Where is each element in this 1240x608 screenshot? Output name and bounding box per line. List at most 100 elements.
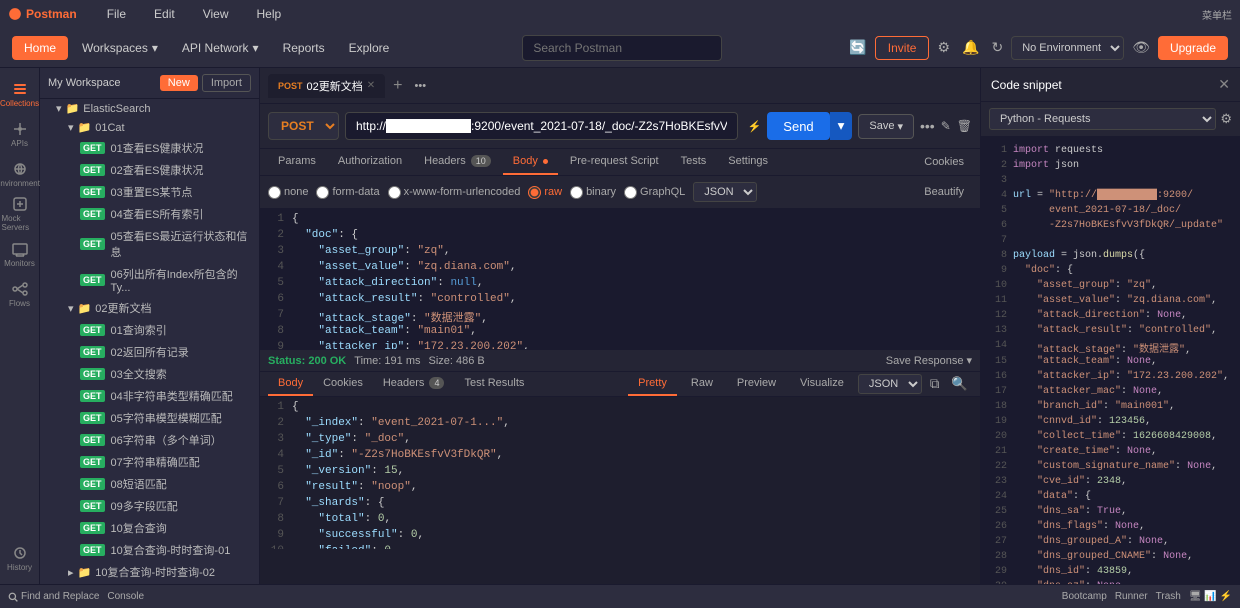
- search-input[interactable]: [522, 35, 722, 61]
- sidebar-apis[interactable]: APIs: [2, 116, 38, 152]
- authorization-tab[interactable]: Authorization: [328, 149, 412, 175]
- tree-get-6[interactable]: GET 06列出所有Index所包含的Ty...: [40, 263, 259, 297]
- request-body-editor[interactable]: 1{ 2 "doc": { 3 "asset_group": "zq", 4 "…: [260, 209, 980, 349]
- tree-folder-01cat[interactable]: ▾ 📁 01Cat: [40, 118, 259, 137]
- body-type-none[interactable]: none: [268, 186, 308, 199]
- headers-tab[interactable]: Headers 10: [414, 149, 501, 175]
- eye-icon[interactable]: 👁: [1128, 35, 1154, 60]
- tree-get-4[interactable]: GET 04查看ES所有索引: [40, 203, 259, 225]
- trash-link[interactable]: Trash: [1156, 591, 1181, 602]
- environment-select[interactable]: No Environment: [1011, 36, 1124, 60]
- body-type-urlencoded[interactable]: x-www-form-urlencoded: [388, 186, 521, 199]
- reports-link[interactable]: Reports: [273, 35, 335, 61]
- tree-get-8[interactable]: GET 02返回所有记录: [40, 341, 259, 363]
- pre-request-script-tab[interactable]: Pre-request Script: [560, 149, 669, 175]
- tree-get-9[interactable]: GET 03全文搜索: [40, 363, 259, 385]
- settings-icon[interactable]: ⚙: [933, 35, 954, 60]
- send-dropdown-button[interactable]: ▾: [830, 112, 853, 140]
- format-select[interactable]: JSON: [693, 182, 757, 202]
- body-type-formdata[interactable]: form-data: [316, 186, 379, 199]
- send-button[interactable]: Send: [767, 112, 829, 140]
- tree-get-11[interactable]: GET 05字符串模型模糊匹配: [40, 407, 259, 429]
- tree-folder-02[interactable]: ▾ 📁 02更新文档: [40, 297, 259, 319]
- sync-icon[interactable]: 🔄: [845, 35, 870, 60]
- url-input[interactable]: [345, 112, 738, 140]
- beautify-button[interactable]: Beautify: [916, 184, 972, 200]
- tree-get-12[interactable]: GET 06字符串（多个单词）: [40, 429, 259, 451]
- copy-response-icon[interactable]: ⧉: [926, 374, 944, 394]
- import-button[interactable]: Import: [202, 74, 251, 92]
- headers-count: 4: [429, 377, 444, 389]
- new-tab-button[interactable]: +: [387, 75, 408, 97]
- tree-get-10[interactable]: GET 04非字符串类型精确匹配: [40, 385, 259, 407]
- sidebar-monitors[interactable]: Monitors: [2, 236, 38, 272]
- edit-icon[interactable]: ✎: [941, 119, 951, 133]
- sidebar-collections[interactable]: Collections: [2, 76, 38, 112]
- close-snippet-icon[interactable]: ✕: [1218, 76, 1230, 93]
- tree-get-13[interactable]: GET 07字符串精确匹配: [40, 451, 259, 473]
- menu-edit[interactable]: Edit: [148, 5, 181, 23]
- sidebar-mock-servers[interactable]: Mock Servers: [2, 196, 38, 232]
- invite-button[interactable]: Invite: [875, 36, 930, 60]
- tests-tab[interactable]: Tests: [671, 149, 717, 175]
- tree-folder-03[interactable]: ▸ 📁 10复合查询-时时查询-02: [40, 561, 259, 583]
- explore-link[interactable]: Explore: [339, 35, 400, 61]
- body-tab[interactable]: Body: [503, 149, 558, 175]
- menu-view[interactable]: View: [197, 5, 235, 23]
- tree-get-3[interactable]: GET 03重置ES某节点: [40, 181, 259, 203]
- sidebar-flows[interactable]: Flows: [2, 276, 38, 312]
- menu-help[interactable]: Help: [251, 5, 288, 23]
- tree-get-16[interactable]: GET 10复合查询: [40, 517, 259, 539]
- search-response-icon[interactable]: 🔍: [947, 374, 972, 394]
- settings-tab[interactable]: Settings: [718, 149, 778, 175]
- more-options-icon[interactable]: •••: [920, 118, 935, 134]
- path-variables-icon[interactable]: ⚡: [748, 120, 762, 133]
- runner-link[interactable]: Runner: [1115, 591, 1148, 602]
- resp-cookies-tab[interactable]: Cookies: [313, 372, 373, 396]
- console-button[interactable]: Console: [107, 591, 144, 602]
- upgrade-button[interactable]: Upgrade: [1158, 36, 1228, 60]
- tree-get-17[interactable]: GET 10复合查询-时时查询-01: [40, 539, 259, 561]
- params-tab[interactable]: Params: [268, 149, 326, 175]
- raw-tab[interactable]: Raw: [681, 372, 723, 396]
- cookies-link[interactable]: Cookies: [916, 150, 972, 174]
- method-select[interactable]: POST: [268, 112, 339, 140]
- tree-folder-elasticsearch[interactable]: ▾ 📁 ElasticSearch: [40, 99, 259, 118]
- snippet-settings-icon[interactable]: ⚙: [1220, 111, 1232, 127]
- visualize-tab[interactable]: Visualize: [790, 372, 854, 396]
- resp-body-tab[interactable]: Body: [268, 372, 313, 396]
- resp-test-results-tab[interactable]: Test Results: [454, 372, 534, 396]
- close-tab-icon[interactable]: ✕: [367, 80, 375, 91]
- body-type-graphql[interactable]: GraphQL: [624, 186, 685, 199]
- sidebar-history[interactable]: History: [2, 540, 38, 576]
- request-tab-active[interactable]: POST 02更新文档 ✕: [268, 74, 385, 98]
- body-type-binary[interactable]: binary: [570, 186, 616, 199]
- delete-icon[interactable]: 🗑: [957, 119, 972, 133]
- bootcamp-link[interactable]: Bootcamp: [1062, 591, 1107, 602]
- save-button[interactable]: Save ▾: [858, 114, 914, 139]
- sidebar-environments[interactable]: Environments: [2, 156, 38, 192]
- pretty-tab[interactable]: Pretty: [628, 372, 677, 396]
- save-response-button[interactable]: Save Response ▾: [886, 354, 972, 367]
- preview-tab[interactable]: Preview: [727, 372, 786, 396]
- resp-headers-tab[interactable]: Headers 4: [373, 372, 455, 396]
- refresh-icon[interactable]: ↻: [987, 35, 1007, 60]
- more-tabs-icon[interactable]: •••: [415, 80, 427, 92]
- tree-get-15[interactable]: GET 09多字段匹配: [40, 495, 259, 517]
- tree-get-2[interactable]: GET 02查看ES健康状况: [40, 159, 259, 181]
- tree-get-7[interactable]: GET 01查询索引: [40, 319, 259, 341]
- file-tree: My Workspace New Import ▾ 📁 ElasticSearc…: [40, 68, 260, 584]
- find-replace-button[interactable]: Find and Replace: [8, 591, 99, 602]
- language-select[interactable]: Python - Requests: [989, 108, 1216, 130]
- workspaces-link[interactable]: Workspaces ▾: [72, 35, 168, 61]
- tree-get-5[interactable]: GET 05查看ES最近运行状态和信息: [40, 225, 259, 263]
- body-type-raw[interactable]: raw: [528, 186, 562, 199]
- response-format-select[interactable]: JSON: [858, 374, 922, 394]
- tree-get-1[interactable]: GET 01查看ES健康状况: [40, 137, 259, 159]
- api-network-link[interactable]: API Network ▾: [172, 35, 269, 61]
- tree-get-14[interactable]: GET 08短语匹配: [40, 473, 259, 495]
- notification-icon[interactable]: 🔔: [958, 35, 983, 60]
- new-button[interactable]: New: [160, 75, 198, 91]
- home-button[interactable]: Home: [12, 36, 68, 60]
- menu-file[interactable]: File: [101, 5, 132, 23]
